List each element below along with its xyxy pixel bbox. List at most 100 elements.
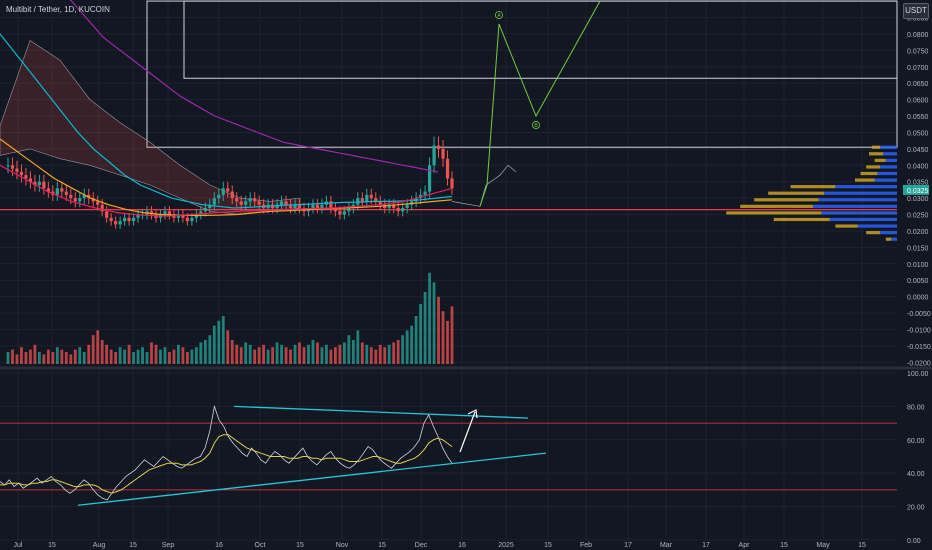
candle-body bbox=[441, 148, 445, 159]
candle-body bbox=[369, 194, 373, 199]
candle-body bbox=[338, 211, 342, 215]
candle-body bbox=[342, 211, 346, 215]
volume-bar bbox=[329, 349, 333, 364]
volume-bar bbox=[311, 340, 315, 364]
volume-bar bbox=[132, 352, 135, 364]
volume-profile-sell-bar bbox=[874, 158, 886, 162]
volume-bar bbox=[235, 344, 239, 364]
volume-bar bbox=[423, 292, 427, 364]
price-axis-label-3: 0.0700 bbox=[907, 65, 929, 72]
candle-body bbox=[114, 221, 118, 225]
volume-profile-buy-bar bbox=[880, 145, 897, 149]
candle-body bbox=[401, 207, 405, 212]
volume-bar bbox=[387, 344, 391, 364]
price-axis-label-17: 0.0000 bbox=[907, 295, 929, 302]
volume-bar bbox=[11, 349, 14, 364]
chart-background bbox=[0, 0, 932, 550]
time-axis-label-1: 15 bbox=[48, 542, 56, 549]
rsi-axis-label-1: 80.00 bbox=[907, 404, 925, 411]
volume-profile-sell-bar bbox=[754, 198, 819, 202]
volume-bar bbox=[248, 344, 252, 364]
candle-body bbox=[64, 191, 68, 195]
price-axis-label-5: 0.0600 bbox=[907, 98, 929, 105]
volume-bar bbox=[450, 306, 454, 364]
rsi-axis-label-3: 40.00 bbox=[907, 471, 925, 478]
candle-body bbox=[42, 181, 46, 189]
candle-body bbox=[185, 217, 189, 222]
volume-bar bbox=[230, 340, 234, 364]
price-axis-label-16: 0.0050 bbox=[907, 278, 929, 285]
volume-bar bbox=[217, 320, 221, 364]
candle-body bbox=[131, 217, 136, 222]
volume-profile-buy-bar bbox=[857, 224, 897, 228]
volume-bar bbox=[338, 344, 342, 364]
volume-bar bbox=[325, 344, 328, 364]
candle-body bbox=[230, 191, 234, 199]
volume-profile-sell-bar bbox=[866, 231, 881, 235]
price-axis-label-9: 0.0400 bbox=[907, 163, 929, 170]
price-axis-label-19: -0.0100 bbox=[907, 328, 931, 335]
candle-body bbox=[226, 188, 230, 192]
volume-bar bbox=[194, 347, 198, 364]
volume-bar bbox=[105, 344, 109, 364]
time-axis-label-13: 15 bbox=[544, 542, 552, 549]
price-axis-label-1: 0.0800 bbox=[907, 32, 929, 39]
currency-button[interactable]: USDT bbox=[903, 3, 929, 19]
volume-profile-sell-bar bbox=[835, 224, 858, 228]
volume-bar bbox=[320, 347, 324, 364]
time-axis-label-16: Mar bbox=[660, 542, 673, 549]
rsi-axis-label-2: 60.00 bbox=[907, 438, 925, 445]
candle-body bbox=[109, 217, 113, 222]
volume-profile-buy-bar bbox=[824, 191, 897, 195]
volume-bar bbox=[87, 344, 91, 364]
rsi-axis-label-4: 20.00 bbox=[907, 505, 925, 512]
volume-profile-buy-bar bbox=[821, 211, 897, 215]
volume-bar bbox=[405, 330, 409, 364]
time-axis-label-5: 16 bbox=[215, 542, 223, 549]
price-axis-label-21: -0.0200 bbox=[907, 360, 931, 367]
volume-profile-buy-bar bbox=[818, 198, 897, 202]
price-chart[interactable]: AB0.08500.08000.07500.07000.06500.06000.… bbox=[0, 0, 932, 550]
candle-body bbox=[78, 198, 82, 202]
candle-body bbox=[365, 194, 369, 202]
candle-body bbox=[123, 217, 127, 222]
volume-profile-buy-bar bbox=[883, 152, 897, 156]
volume-bar bbox=[226, 330, 230, 364]
candle-body bbox=[320, 204, 324, 208]
volume-bar bbox=[177, 344, 180, 364]
candle-body bbox=[167, 211, 172, 215]
volume-bar bbox=[378, 344, 382, 364]
price-axis-label-2: 0.0750 bbox=[907, 48, 929, 55]
time-axis-label-11: 16 bbox=[458, 542, 466, 549]
time-axis-label-12: 2025 bbox=[498, 542, 514, 549]
symbol-title: Multibit / Tether, 1D, KUCOIN bbox=[6, 5, 110, 14]
volume-bar bbox=[212, 325, 216, 364]
candle-body bbox=[100, 204, 104, 212]
candle-body bbox=[315, 204, 320, 208]
volume-bar bbox=[82, 352, 86, 364]
candle-body bbox=[257, 201, 261, 205]
candle-body bbox=[203, 207, 207, 212]
volume-bar bbox=[24, 352, 28, 364]
price-axis-label-11: 0.0300 bbox=[907, 196, 929, 203]
volume-bar bbox=[172, 349, 176, 364]
candle-body bbox=[427, 165, 432, 192]
candle-body bbox=[73, 198, 77, 202]
volume-bar bbox=[257, 347, 261, 364]
candle-body bbox=[96, 201, 100, 205]
candle-body bbox=[244, 201, 248, 205]
volume-bar bbox=[69, 354, 73, 364]
volume-bar bbox=[262, 344, 266, 364]
volume-bar bbox=[342, 342, 346, 364]
volume-bar bbox=[284, 347, 288, 364]
time-axis-label-19: 15 bbox=[780, 542, 788, 549]
candle-body bbox=[347, 207, 351, 212]
price-axis-label-13: 0.0200 bbox=[907, 229, 929, 236]
volume-bar bbox=[150, 342, 153, 364]
candle-body bbox=[311, 204, 315, 208]
volume-bar bbox=[271, 347, 275, 364]
volume-profile-buy-bar bbox=[891, 237, 897, 241]
volume-bar bbox=[428, 272, 431, 364]
volume-bar bbox=[351, 340, 355, 364]
volume-bar bbox=[154, 344, 158, 364]
